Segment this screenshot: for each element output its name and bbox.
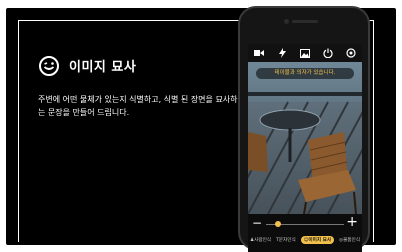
power-icon[interactable]	[321, 46, 335, 60]
app-screen: 테이블과 의자가 있습니다. − + ♟사람인식 T문자인식 ☺이미지 묘사 ◎…	[248, 44, 362, 252]
zoom-in-button[interactable]: +	[346, 214, 358, 230]
patio-photo	[248, 62, 362, 214]
phone-mockup: 테이블과 의자가 있습니다. − + ♟사람인식 T문자인식 ☺이미지 묘사 ◎…	[238, 6, 370, 252]
smile-face-icon	[39, 56, 59, 76]
gallery-icon[interactable]	[298, 46, 312, 60]
description-caption: 테이블과 의자가 있습니다.	[256, 68, 354, 79]
camera-viewfinder[interactable]: 테이블과 의자가 있습니다.	[248, 62, 362, 214]
zoom-out-button[interactable]: −	[252, 216, 262, 230]
mode-object[interactable]: ◎물품인식	[339, 237, 360, 243]
phone-top-bezel	[240, 8, 368, 38]
flash-icon[interactable]	[275, 46, 289, 60]
front-camera-icon	[284, 19, 289, 24]
mode-person[interactable]: ♟사람인식	[250, 237, 271, 243]
mode-text[interactable]: T문자인식	[276, 237, 296, 243]
settings-icon[interactable]	[344, 46, 358, 60]
speaker-icon	[292, 20, 318, 23]
zoom-slider-knob[interactable]	[274, 221, 281, 227]
mode-selector: ♟사람인식 T문자인식 ☺이미지 묘사 ◎물품인식	[248, 234, 362, 246]
video-icon[interactable]	[252, 46, 266, 60]
feature-title: 이미지 묘사	[69, 60, 137, 75]
zoom-control: − +	[248, 214, 362, 234]
feature-description: 주변에 어떤 물체가 있는지 식별하고, 식별 된 장면을 묘사하는 문장을 만…	[38, 95, 238, 117]
mode-image-description[interactable]: ☺이미지 묘사	[300, 236, 335, 244]
app-toolbar	[248, 44, 362, 62]
